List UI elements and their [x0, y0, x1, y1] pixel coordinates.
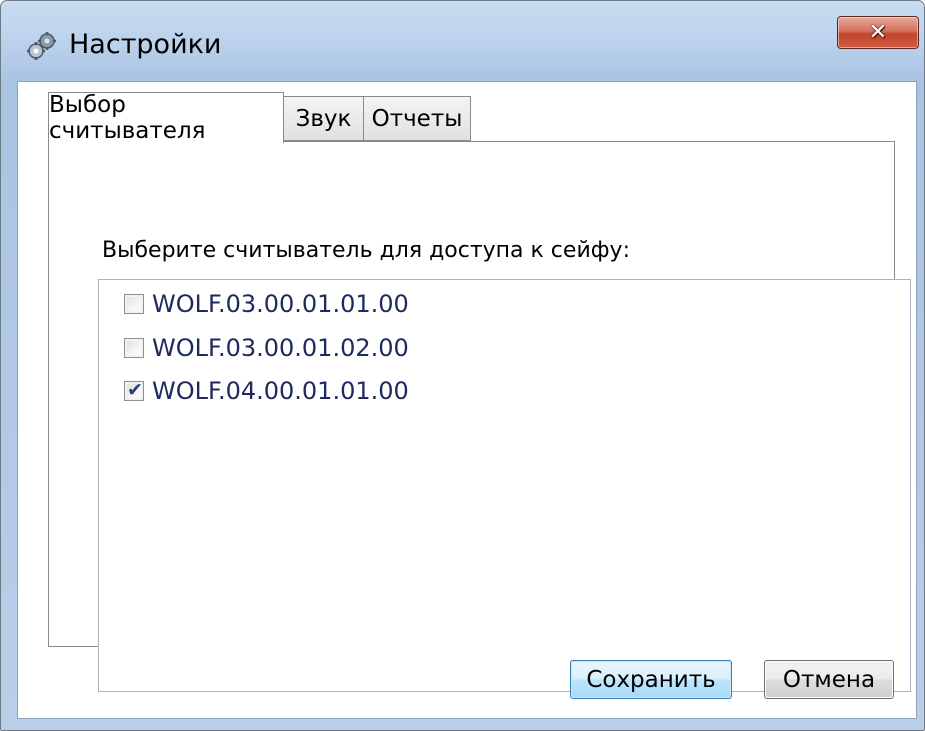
reader-checkbox[interactable]	[124, 294, 144, 314]
close-button[interactable]: ✕	[837, 16, 919, 49]
settings-dialog-window: Настройки ✕ Выбор считывателя Звук Отчет…	[0, 0, 925, 731]
close-icon: ✕	[868, 20, 888, 45]
reader-label: WOLF.03.00.01.02.00	[152, 334, 409, 362]
window-title: Настройки	[69, 29, 222, 60]
tab-panel-reader-selection: Выберите считыватель для доступа к сейфу…	[48, 141, 911, 692]
settings-gears-icon	[25, 31, 59, 61]
reader-item-wolf-04-00-01-01-00[interactable]: ✔ WOLF.04.00.01.01.00	[124, 377, 409, 405]
reader-item-wolf-03-00-01-01-00[interactable]: WOLF.03.00.01.01.00	[124, 290, 409, 318]
tab-reports[interactable]: Отчеты	[363, 96, 471, 141]
reader-checkbox-checked[interactable]: ✔	[124, 379, 144, 401]
cancel-button[interactable]: Отмена	[764, 660, 894, 699]
reader-prompt-label: Выберите считыватель для доступа к сейфу…	[102, 238, 630, 263]
reader-label: WOLF.03.00.01.01.00	[152, 290, 409, 318]
save-button[interactable]: Сохранить	[570, 660, 732, 699]
dialog-client-area: Выбор считывателя Звук Отчеты Выберите с…	[17, 81, 917, 719]
tab-reader-selection[interactable]: Выбор считывателя	[48, 92, 284, 144]
reader-list[interactable]: WOLF.03.00.01.01.00 WOLF.03.00.01.02.00 …	[98, 279, 911, 692]
reader-checkbox[interactable]	[124, 338, 144, 358]
title-bar[interactable]: Настройки ✕	[1, 1, 924, 83]
checkmark-icon: ✔	[127, 379, 143, 401]
reader-item-wolf-03-00-01-02-00[interactable]: WOLF.03.00.01.02.00	[124, 334, 409, 362]
tab-sound[interactable]: Звук	[283, 96, 364, 141]
reader-label: WOLF.04.00.01.01.00	[152, 377, 409, 405]
